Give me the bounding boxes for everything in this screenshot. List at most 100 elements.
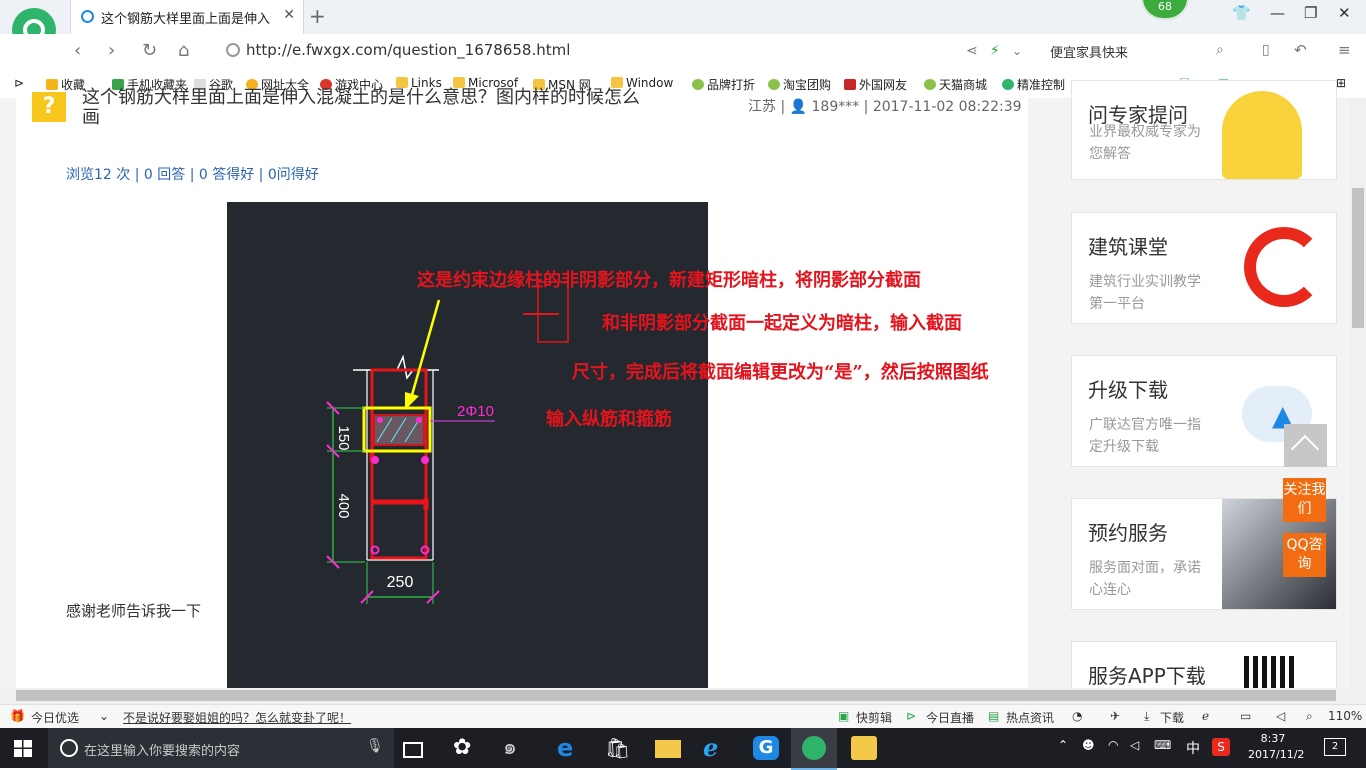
news-link[interactable]: 热点资讯 xyxy=(1006,709,1054,726)
zoom-icon[interactable]: ⌕ xyxy=(1306,709,1313,724)
taskbar-clock[interactable]: 8:37 2017/11/2 xyxy=(1248,731,1304,763)
ie-taskbar-icon[interactable]: ℯ xyxy=(703,736,729,760)
annotation-line-2: 和非阴影部分截面一起定义为暗柱，输入截面 xyxy=(602,313,962,334)
windows-start-button[interactable] xyxy=(14,740,32,757)
video-edit-icon: ▣ xyxy=(838,709,850,723)
edge-icon[interactable]: e xyxy=(557,736,583,760)
chevron-down-icon[interactable]: ⌄ xyxy=(1012,44,1022,58)
card-desc: 建筑行业实训教学第一平台 xyxy=(1089,274,1201,312)
live-link[interactable]: 今日直播 xyxy=(926,709,974,726)
close-window-button[interactable]: ✕ xyxy=(1338,4,1351,22)
store-icon[interactable]: 🛍 xyxy=(605,736,631,760)
mute-icon[interactable]: ◁ xyxy=(1276,709,1285,723)
volume-icon[interactable]: ◁ xyxy=(1130,738,1139,752)
sidebar-card-classroom[interactable]: 建筑课堂 建筑行业实训教学第一平台 xyxy=(1071,212,1337,324)
url-field[interactable]: http://e.fwxgx.com/question_1678658.html xyxy=(226,40,946,62)
home-icon[interactable]: ⌂ xyxy=(178,40,189,61)
share-icon[interactable]: ⋖ xyxy=(966,43,978,59)
url-text: http://e.fwxgx.com/question_1678658.html xyxy=(246,41,571,59)
bookmark-item[interactable]: 品牌打折 xyxy=(692,76,755,93)
tray-expand-icon[interactable]: ⌃ xyxy=(1058,738,1068,752)
task-view-icon[interactable] xyxy=(403,742,423,758)
sidebar-toggle-icon[interactable]: ⊳ xyxy=(14,76,24,90)
leaf-icon xyxy=(924,79,936,90)
annotation-line-4: 输入纵筋和箍筋 xyxy=(546,409,672,430)
vertical-scroll-thumb[interactable] xyxy=(1352,188,1364,328)
leaf-icon xyxy=(692,79,704,90)
keyboard-icon[interactable]: ⌨ xyxy=(1154,738,1171,752)
news-icon: ▤ xyxy=(988,709,1000,723)
active-browser-taskbar-item[interactable] xyxy=(791,728,837,770)
tab-favicon-icon xyxy=(81,10,94,23)
new-tab-button[interactable]: + xyxy=(309,4,326,28)
bookmark-item[interactable]: 外国网友 xyxy=(844,76,907,93)
restore-button[interactable]: ❐ xyxy=(1304,4,1317,22)
ime-indicator[interactable]: 中 xyxy=(1186,738,1200,758)
file-explorer-icon[interactable] xyxy=(655,740,681,758)
sidebar-card-expert[interactable]: 问专家提问 业界最权威专家为您解答 xyxy=(1071,80,1337,180)
search-input[interactable]: 便宜家具快来 xyxy=(1050,42,1128,61)
dimension-250: 250 xyxy=(387,574,414,591)
pin-icon[interactable]: ✈ xyxy=(1110,709,1120,723)
active-tab[interactable]: 这个钢筋大样里面上面是伸入混凝 ✕ xyxy=(70,0,304,34)
minimize-button[interactable]: — xyxy=(1270,4,1285,22)
swirl-app-icon[interactable]: ๑ xyxy=(503,736,529,760)
microphone-icon[interactable]: 🎙 xyxy=(366,738,384,754)
bookmark-item[interactable]: 收藏 xyxy=(46,76,85,93)
clock-time: 8:37 xyxy=(1260,732,1286,745)
bookmark-item[interactable]: 精准控制 xyxy=(1002,76,1065,93)
tab-title: 这个钢筋大样里面上面是伸入混凝 xyxy=(101,12,271,27)
glodon-app-icon[interactable]: G xyxy=(753,736,779,760)
back-to-top-button[interactable] xyxy=(1284,424,1327,467)
kuaijianji-link[interactable]: 快剪辑 xyxy=(856,709,892,726)
bookmark-item[interactable]: 天猫商城 xyxy=(924,76,987,93)
people-icon[interactable]: ☻ xyxy=(1082,738,1095,752)
question-stats[interactable]: 浏览12 次 | 0 回答 | 0 答得好 | 0问得好 xyxy=(66,164,319,184)
annotation-line-1: 这是约束边缘柱的非阴影部分，新建矩形暗柱，将阴影部分截面 xyxy=(417,270,921,291)
star-icon xyxy=(46,79,58,90)
ie-icon[interactable]: ℯ xyxy=(1202,709,1209,723)
today-picks-link[interactable]: 今日优选 xyxy=(31,709,79,726)
card-desc: 业界最权威专家为您解答 xyxy=(1089,124,1201,162)
download-link[interactable]: 下载 xyxy=(1160,709,1184,726)
card-desc: 服务面对面，承诺心连心 xyxy=(1089,560,1201,598)
speed-icon[interactable]: ◔ xyxy=(1072,709,1082,723)
wifi-icon[interactable]: ◠ xyxy=(1108,738,1118,752)
question-meta: 江苏 | 👤 189*** | 2017-11-02 08:22:39 xyxy=(748,99,1022,115)
lightning-icon[interactable]: ⚡ xyxy=(990,43,1000,59)
annotation-line-3: 尺寸，完成后将截面编辑更改为“是”，然后按照图纸 xyxy=(572,362,989,383)
search-icon[interactable]: ⌕ xyxy=(1216,42,1224,58)
bookmark-item[interactable]: 淘宝团购 xyxy=(768,76,831,93)
chevron-down-icon[interactable]: ⌄ xyxy=(99,709,109,723)
zoom-level[interactable]: 110% xyxy=(1328,709,1362,723)
back-button[interactable]: ‹ xyxy=(74,40,81,61)
horizontal-scroll-thumb[interactable] xyxy=(16,690,1336,701)
undo-icon[interactable]: ↶ xyxy=(1294,41,1307,59)
card-title: 预约服务 xyxy=(1088,521,1168,545)
tab-close-button[interactable]: ✕ xyxy=(283,7,295,23)
rebar-label: 2Φ10 xyxy=(457,403,494,420)
refresh-icon[interactable]: ↻ xyxy=(142,40,157,61)
qq-consult-button[interactable]: QQ咨询 xyxy=(1283,533,1326,577)
headline-link[interactable]: 不是说好要娶姐姐的吗？怎么就变卦了呢！ xyxy=(123,709,351,726)
question-body-text: 感谢老师告诉我一下 xyxy=(66,602,202,620)
menu-icon[interactable]: ≡ xyxy=(1338,41,1351,59)
notes-app-icon[interactable] xyxy=(851,736,877,760)
mobile-icon[interactable]: ▯ xyxy=(1262,42,1270,58)
forward-button[interactable]: › xyxy=(108,40,115,61)
grid-icon[interactable]: ⊞ xyxy=(1336,76,1346,90)
card-title: 服务APP下载 xyxy=(1088,664,1206,688)
taskbar-search-input[interactable]: 在这里输入你要搜索的内容 🎙 xyxy=(48,728,394,768)
card-desc: 广联达官方唯一指定升级下载 xyxy=(1089,417,1201,455)
notification-center-icon[interactable]: 2 xyxy=(1324,738,1346,756)
window-icon[interactable]: ▭ xyxy=(1240,709,1251,723)
sogou-ime-icon[interactable]: S xyxy=(1212,738,1230,756)
chat-icon xyxy=(1002,79,1014,90)
notification-count: 2 xyxy=(1331,741,1339,752)
globe-icon xyxy=(226,43,240,57)
follow-us-button[interactable]: 关注我们 xyxy=(1283,478,1326,522)
search-placeholder: 在这里输入你要搜索的内容 xyxy=(84,744,241,759)
pinwheel-app-icon[interactable]: ✿ xyxy=(453,736,479,760)
shirt-skin-icon[interactable]: 👕 xyxy=(1232,4,1251,22)
vertical-scrollbar[interactable] xyxy=(1350,98,1366,688)
